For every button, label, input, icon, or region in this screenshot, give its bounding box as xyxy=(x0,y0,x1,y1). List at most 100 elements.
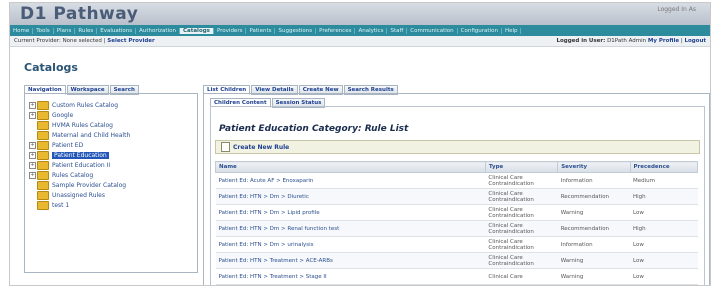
tree-item-label: Custom Rules Catalog xyxy=(52,101,119,109)
rule-name-link[interactable]: Patient Ed: HTN > Dm > Renal function te… xyxy=(215,220,486,237)
create-new-rule-button[interactable]: Create New Rule xyxy=(215,140,700,154)
folder-icon xyxy=(37,110,49,120)
folder-icon xyxy=(37,150,49,160)
current-provider-value: None selected xyxy=(62,38,102,44)
nav-item-authorization[interactable]: Authorization xyxy=(136,27,180,34)
cell-severity: Warning xyxy=(557,204,631,221)
folder-icon xyxy=(37,190,49,200)
tree-item-label: Sample Provider Catalog xyxy=(52,181,127,189)
table-row: Patient Ed: HTN > Dm > Diuretic Clinical … xyxy=(215,188,698,205)
cell-severity: Warning xyxy=(557,252,631,269)
nav-item-patients[interactable]: Patients xyxy=(246,27,276,34)
table-row: Patient Ed: Acute AF > Enoxaparin Clinica… xyxy=(215,172,698,189)
nav-item-home[interactable]: Home xyxy=(10,27,34,34)
app-logo[interactable]: D1 Pathway xyxy=(20,4,138,24)
rule-name-link[interactable]: Patient Ed: HTN > Dm > Lipid profile xyxy=(215,204,486,221)
create-new-rule-label: Create New Rule xyxy=(233,143,290,151)
current-provider-label: Current Provider: xyxy=(14,38,61,44)
nav-item-providers[interactable]: Providers xyxy=(214,27,247,34)
rules-table: Name Type Severity Precedence Patient Ed: A… xyxy=(215,161,699,285)
nav-item-analytics[interactable]: Analytics xyxy=(355,27,388,34)
expand-icon[interactable]: + xyxy=(29,141,36,149)
tree-item-label: Google xyxy=(52,111,74,119)
tree-item[interactable]: + Patient Education II xyxy=(29,160,130,170)
new-document-icon xyxy=(221,142,230,152)
table-row: Patient Ed: HTN > Dm > urinalysis Clinica… xyxy=(215,236,698,253)
tree-item[interactable]: Maternal and Child Health xyxy=(29,130,130,140)
folder-icon xyxy=(37,180,49,190)
rule-name-link[interactable]: Patient Ed: HTN > Dm > Diuretic xyxy=(215,188,486,205)
status-bar: Current Provider: None selected | Select… xyxy=(10,36,710,47)
cell-type: Clinical Care xyxy=(485,268,558,285)
children-content-panel: Patient Education Category: Rule List Cr… xyxy=(210,106,705,285)
column-header-precedence[interactable]: Precedence xyxy=(629,161,699,173)
table-row: Patient Ed: HTN > Treatment > Stage II Cl… xyxy=(215,268,698,285)
nav-item-help[interactable]: Help xyxy=(502,27,522,34)
tree-item[interactable]: + Patient ED xyxy=(29,140,130,150)
cell-type: Clinical Care Contraindication xyxy=(485,172,558,189)
column-header-type[interactable]: Type xyxy=(484,161,559,173)
rule-name-link[interactable]: Patient Ed: HTN > Treatment > Stage II xyxy=(215,268,486,285)
rule-name-link[interactable]: Patient Ed: Acute AF > Enoxaparin xyxy=(215,172,486,189)
table-row: Patient Ed: HTN > Dm > Renal function te… xyxy=(215,220,698,237)
nav-item-plans[interactable]: Plans xyxy=(54,27,76,34)
nav-item-communication[interactable]: Communication xyxy=(407,27,458,34)
app-header: D1 Pathway Logged In As xyxy=(10,3,710,25)
tree-item[interactable]: Unassigned Rules xyxy=(29,190,130,200)
cell-precedence: High xyxy=(630,220,698,237)
main-navbar: Home Tools Plans Rules Evaluations Authorizat… xyxy=(10,25,710,36)
folder-icon xyxy=(37,200,49,210)
table-row: Patient Ed: HTN > Treatment > ACE-ARBs Cl… xyxy=(215,252,698,269)
nav-item-preferences[interactable]: Preferences xyxy=(316,27,356,34)
cell-type: Clinical Care Contraindication xyxy=(485,236,558,253)
tree-item[interactable]: + Custom Rules Catalog xyxy=(29,100,130,110)
tree-item-label: Patient Education xyxy=(52,151,109,159)
select-provider-link[interactable]: Select Provider xyxy=(107,38,154,44)
tree-item-label: Maternal and Child Health xyxy=(52,131,131,139)
folder-icon xyxy=(37,160,49,170)
tree-item-label: Unassigned Rules xyxy=(52,191,105,199)
expand-icon[interactable]: + xyxy=(29,101,36,109)
column-header-severity[interactable]: Severity xyxy=(557,161,631,173)
nav-item-catalogs[interactable]: Catalogs xyxy=(179,27,214,34)
header-user-info: Logged In As xyxy=(657,6,696,13)
my-profile-link[interactable]: My Profile xyxy=(648,38,679,44)
folder-icon xyxy=(37,100,49,110)
tree-item[interactable]: HVMA Rules Catalog xyxy=(29,120,130,130)
section-title: Patient Education Category: Rule List xyxy=(219,124,409,134)
rule-name-link[interactable]: Patient Ed: HTN > Treatment > ACE-ARBs xyxy=(215,252,486,269)
app-window: D1 Pathway Logged In As Home Tools Plans Ru… xyxy=(9,2,711,286)
logout-link[interactable]: Logout xyxy=(684,38,706,44)
tree-item[interactable]: + Patient Education xyxy=(29,150,130,160)
folder-icon xyxy=(37,170,49,180)
cell-precedence: Low xyxy=(630,204,698,221)
nav-item-suggestions[interactable]: Suggestions xyxy=(275,27,317,34)
cell-precedence: Low xyxy=(630,268,698,285)
column-header-name[interactable]: Name xyxy=(215,161,486,173)
tree-item[interactable]: + Rules Catalog xyxy=(29,170,130,180)
cell-precedence: Low xyxy=(630,236,698,253)
cell-type: Clinical Care Contraindication xyxy=(485,220,558,237)
expand-icon[interactable]: + xyxy=(29,151,36,159)
nav-item-configuration[interactable]: Configuration xyxy=(458,27,502,34)
catalog-tree: + Custom Rules Catalog + Google HVMA Rules C… xyxy=(29,100,130,210)
tree-item-label: Rules Catalog xyxy=(52,171,94,179)
expand-icon[interactable]: + xyxy=(29,161,36,169)
tree-item[interactable]: test 1 xyxy=(29,200,130,210)
nav-item-tools[interactable]: Tools xyxy=(33,27,54,34)
expand-icon[interactable]: + xyxy=(29,111,36,119)
nav-item-staff[interactable]: Staff xyxy=(387,27,408,34)
expand-icon[interactable]: + xyxy=(29,171,36,179)
cell-type: Clinical Care Contraindication xyxy=(485,204,558,221)
tree-item[interactable]: Sample Provider Catalog xyxy=(29,180,130,190)
cell-severity: Recommendation xyxy=(557,188,631,205)
rule-name-link[interactable]: Patient Ed: HTN > Dm > urinalysis xyxy=(215,236,486,253)
nav-item-evaluations[interactable]: Evaluations xyxy=(97,27,137,34)
tree-item[interactable]: + Google xyxy=(29,110,130,120)
nav-item-rules[interactable]: Rules xyxy=(75,27,98,34)
cell-precedence: Low xyxy=(630,252,698,269)
tree-item-label: Patient Education II xyxy=(52,161,111,169)
cell-type: Clinical Care Contraindication xyxy=(485,252,558,269)
cell-severity: Warning xyxy=(557,268,631,285)
tree-item-label: HVMA Rules Catalog xyxy=(52,121,113,129)
